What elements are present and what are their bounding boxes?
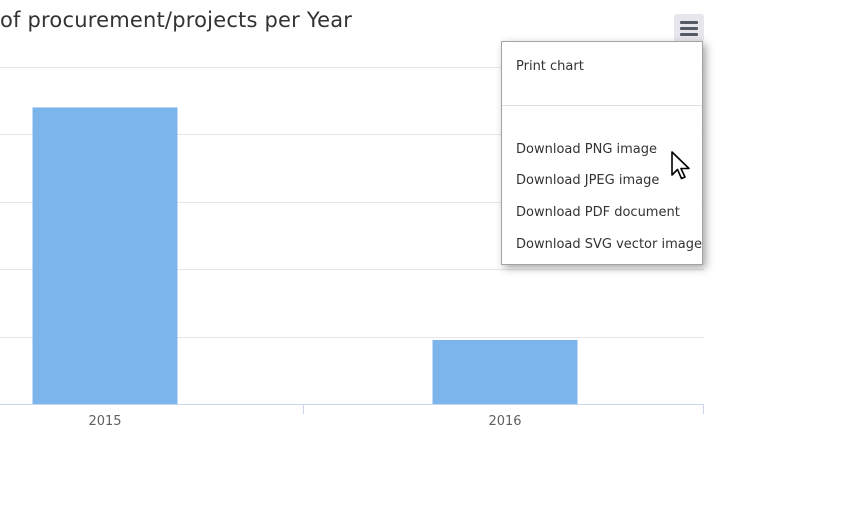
hamburger-menu-icon-line [680,33,698,36]
mouse-pointer-icon [671,151,690,180]
chart-context-menu-button[interactable] [674,14,704,42]
menu-separator [502,105,702,106]
hamburger-menu-icon-line [680,27,698,30]
menu-item-download-svg[interactable]: Download SVG vector image [516,237,702,252]
x-tick-label: 2016 [488,414,522,429]
menu-item-download-pdf[interactable]: Download PDF document [516,205,680,220]
bar-2016[interactable] [432,339,578,404]
hamburger-menu-icon [680,21,698,24]
bar-2015[interactable] [32,107,178,404]
x-tick-label: 2015 [88,414,122,429]
chart-plot [0,67,704,414]
menu-item-print-chart[interactable]: Print chart [516,59,584,74]
chart-container: of procurement/projects per Year 2015 20… [0,0,862,522]
menu-item-download-png[interactable]: Download PNG image [516,142,657,157]
menu-item-download-jpeg[interactable]: Download JPEG image [516,173,659,188]
